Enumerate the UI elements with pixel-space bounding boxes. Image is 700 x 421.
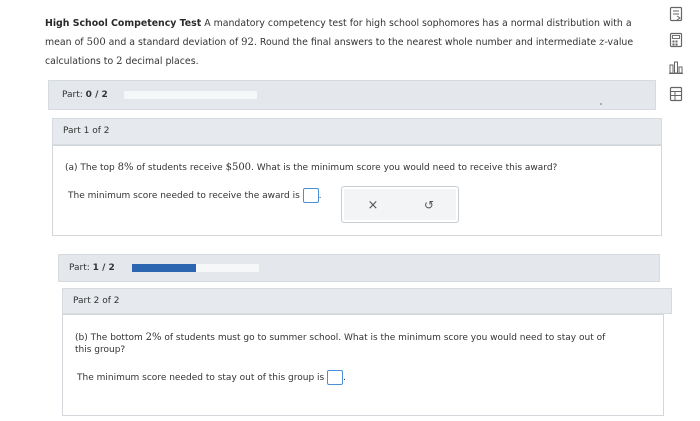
progress-bar-top (124, 91, 257, 99)
answer-2-label: The minimum score needed to stay out of … (77, 373, 325, 383)
part-progress-label-mid: Part: 1 / 2 (69, 263, 115, 273)
part-label-prefix: Part: (62, 90, 86, 100)
problem-text-3: . Round the final answers to the nearest… (253, 37, 600, 48)
q2-percent: 2% (145, 332, 162, 343)
part-1-question: (a) The top 8% of students receive $500.… (65, 162, 645, 173)
part-2-tab: Part 2 of 2 (62, 288, 672, 314)
progress-fill-mid (132, 264, 196, 272)
part-2-label: Part 2 of 2 (73, 296, 120, 306)
problem-mean: 500 (86, 37, 106, 48)
calculator-icon[interactable] (666, 30, 686, 50)
page: High School Competency Test A mandatory … (0, 0, 700, 421)
q1-amount: $500 (225, 162, 252, 173)
part-progress-header-top: Part: 0 / 2 (48, 80, 656, 110)
part-progress-label: Part: 0 / 2 (62, 90, 108, 100)
clear-button[interactable]: × (363, 196, 383, 214)
progress-bar-mid (132, 264, 259, 272)
problem-title: High School Competency Test (45, 18, 202, 29)
problem-sd: 92 (241, 37, 254, 48)
undo-icon: ↺ (423, 198, 435, 212)
table-icon[interactable] (666, 84, 686, 104)
part-mid-label-value: 1 / 2 (92, 263, 115, 273)
problem-text-5: decimal places. (122, 56, 199, 67)
chart-icon[interactable] (666, 57, 686, 77)
part-2-answer-row: The minimum score needed to stay out of … (77, 370, 346, 385)
q1-suffix: . What is the minimum score you would ne… (251, 163, 558, 173)
problem-statement: High School Competency Test A mandatory … (45, 14, 660, 71)
answer-action-panel: × ↺ (341, 186, 459, 223)
part-1-answer-row: The minimum score needed to receive the … (68, 188, 322, 203)
q1-mid: of students receive (133, 163, 226, 173)
q1-prefix: (a) The top (65, 163, 118, 173)
answer-1-input[interactable] (302, 188, 319, 203)
part-progress-header-mid: Part: 1 / 2 (58, 254, 660, 282)
q1-percent: 8% (117, 162, 134, 173)
part-2-question-box: (b) The bottom 2% of students must go to… (62, 314, 664, 416)
close-icon: × (367, 197, 379, 213)
divider-dot (600, 103, 602, 105)
answer-1-suffix: . (318, 191, 322, 201)
part-2-question: (b) The bottom 2% of students must go to… (75, 332, 623, 356)
part-1-label: Part 1 of 2 (63, 126, 110, 136)
problem-text-2: and a standard deviation of (105, 37, 242, 48)
part-label-value: 0 / 2 (85, 90, 108, 100)
part-1-tab: Part 1 of 2 (52, 118, 662, 145)
answer-2-suffix: . (343, 373, 346, 383)
book-icon[interactable] (666, 4, 686, 24)
answer-1-label: The minimum score needed to receive the … (68, 191, 300, 201)
part-mid-label-prefix: Part: (69, 263, 93, 273)
answer-2-input[interactable] (327, 370, 344, 385)
undo-button[interactable]: ↺ (419, 196, 439, 214)
q2-prefix: (b) The bottom (75, 333, 146, 343)
